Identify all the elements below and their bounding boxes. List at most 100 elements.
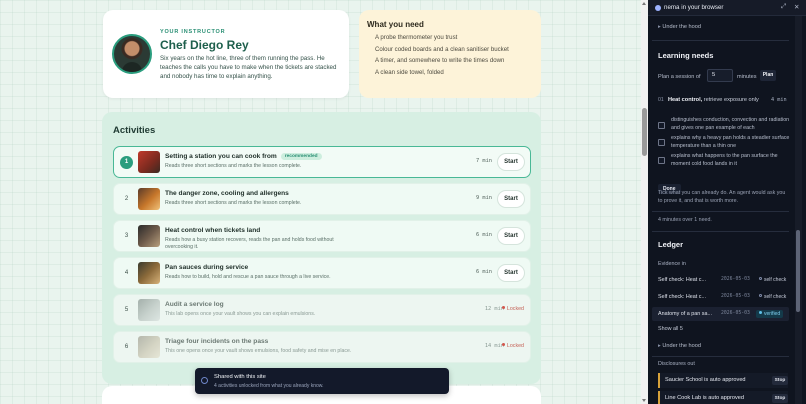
activity-number: 1 (120, 156, 133, 169)
panel-title: nema in your browser (664, 4, 724, 11)
activity-name: Heat control when tickets land (165, 227, 261, 234)
page-scroll-thumb[interactable] (642, 108, 647, 156)
evidence-date: 2026-05-03 (721, 277, 750, 282)
evidence-name: Self check: Heat c... (658, 294, 706, 300)
objective-duration: 4 min (771, 97, 787, 103)
panel-scroll-thumb[interactable] (796, 230, 800, 312)
session-minutes-input[interactable]: 5 (707, 69, 733, 82)
activity-row[interactable]: 2 The danger zone, cooling and allergens… (113, 183, 531, 215)
disclosure-row: Saucier School is auto approved Stop (658, 373, 788, 388)
plan-prefix: Plan a session of (658, 74, 701, 80)
evidence-row[interactable]: Anatomy of a pan sa... 2026-05-03 verifi… (652, 307, 789, 321)
recommended-badge: recommended (280, 153, 322, 160)
activity-description: Reads how to build, hold and rescue a pa… (165, 274, 331, 280)
scroll-up-arrow-icon[interactable] (642, 2, 646, 5)
activity-duration: 7 min (476, 158, 492, 164)
panel-header: nema in your browser ⤢ ✕ (648, 0, 806, 16)
needs-summary: 4 minutes over 1 need. (658, 217, 712, 223)
evidence-row[interactable]: Self check: Heat c... 2026-05-03 self ch… (652, 290, 789, 304)
activity-number: 3 (124, 233, 129, 239)
activities-section: Activities 1 Setting a station you can c… (102, 112, 541, 384)
activity-row-locked: 6 Triage four incidents on the pass This… (113, 331, 531, 363)
show-all-link[interactable]: Show all 5 (658, 326, 788, 332)
disclosures-out-label: Disclosures out (658, 361, 695, 367)
instructor-eyebrow: YOUR INSTRUCTOR (160, 29, 226, 35)
self-check-label: distinguishes conduction, convection and… (671, 117, 790, 131)
evidence-name: Self check: Heat c... (658, 277, 706, 283)
needs-item: A timer, and somewhere to write the time… (375, 57, 505, 65)
evidence-in-label: Evidence in (658, 261, 686, 267)
activity-row[interactable]: 4 Pan sauces during service Reads how to… (113, 257, 531, 289)
self-check-checkbox[interactable] (658, 122, 665, 129)
toast-title: Shared with this site (214, 374, 266, 380)
scroll-down-arrow-icon[interactable] (642, 399, 646, 402)
activity-number: 6 (124, 344, 129, 350)
disclosure-text: Saucier School is auto approved (665, 377, 746, 383)
divider (652, 231, 789, 232)
evidence-row[interactable]: Self check: Heat c... 2026-05-03 self ch… (652, 273, 789, 287)
evidence-date: 2026-05-03 (721, 294, 750, 299)
activity-number: 5 (124, 307, 129, 313)
activity-thumbnail (138, 151, 160, 173)
disclosure-row: Line Cook Lab is auto approved Stop (658, 391, 788, 404)
verified-dot-icon (759, 311, 762, 314)
start-button[interactable]: Start (497, 264, 525, 282)
share-icon (201, 377, 208, 384)
stop-disclosure-button[interactable]: Stop (772, 394, 788, 403)
activity-description: Reads three short sections and marks the… (165, 163, 302, 169)
activity-name: Audit a service log (165, 301, 224, 308)
activity-name: Triage four incidents on the pass (165, 338, 269, 345)
toast-notification: Shared with this site 4 activities unloc… (195, 368, 449, 394)
activity-description: This lab opens once your vault shows you… (165, 311, 316, 317)
evidence-tag-verified: verified (756, 310, 784, 318)
instructor-name: Chef Diego Rey (160, 38, 249, 52)
self-check-checkbox[interactable] (658, 157, 665, 164)
objective-text: Heat control, retrieve exposure only (668, 97, 759, 103)
under-the-hood-toggle[interactable]: Under the hood (658, 24, 788, 30)
needs-item: A probe thermometer you trust (375, 34, 458, 41)
instructor-avatar (112, 34, 152, 74)
divider (652, 40, 789, 41)
activity-row[interactable]: 1 Setting a station you can cook from rec… (113, 146, 531, 178)
start-button[interactable]: Start (497, 153, 525, 171)
activity-row[interactable]: 3 Heat control when tickets land Reads h… (113, 220, 531, 252)
nema-logo-icon (655, 5, 661, 11)
toast-subtitle: 4 activities unlocked from what you alre… (214, 383, 324, 389)
page-scrollbar[interactable] (641, 0, 648, 404)
activity-description: Reads how a busy station recovers, reads… (165, 237, 334, 251)
pop-out-icon[interactable]: ⤢ (781, 3, 786, 11)
start-button[interactable]: Start (497, 227, 525, 245)
self-check-list: distinguishes conduction, convection and… (658, 117, 790, 177)
activity-duration: 6 min (476, 269, 492, 275)
self-check-label: explains what happens to the pan surface… (671, 153, 778, 167)
instructor-bio: Six years on the hot line, three of them… (160, 55, 337, 80)
evidence-name: Anatomy of a pan sa... (658, 311, 712, 317)
activity-duration: 6 min (476, 232, 492, 238)
activity-thumbnail (138, 336, 160, 358)
locked-dot-icon (501, 306, 505, 309)
activity-number: 2 (124, 196, 129, 202)
main-page: YOUR INSTRUCTOR Chef Diego Rey Six years… (0, 0, 641, 404)
activity-row-locked: 5 Audit a service log This lab opens onc… (113, 294, 531, 326)
panel-scrollbar[interactable] (795, 16, 802, 404)
activity-name: Setting a station you can cook from recom… (165, 153, 322, 160)
close-icon[interactable]: ✕ (794, 3, 799, 11)
activity-number: 4 (124, 270, 129, 276)
plan-button[interactable]: Plan (760, 70, 776, 81)
self-check-label: explains why a heavy pan holds a steadie… (671, 135, 790, 149)
self-check-checkbox[interactable] (658, 139, 665, 146)
stop-disclosure-button[interactable]: Stop (772, 376, 788, 385)
under-the-hood-toggle[interactable]: Under the hood (658, 343, 788, 349)
evidence-tag: self check (756, 293, 789, 301)
activity-name: The danger zone, cooling and allergens (165, 190, 289, 197)
ledger-title: Ledger (658, 240, 684, 249)
needs-list: A probe thermometer you trust Colour cod… (375, 34, 535, 80)
instructor-card: YOUR INSTRUCTOR Chef Diego Rey Six years… (103, 10, 349, 98)
self-check-dot-icon (759, 294, 762, 297)
tick-note: Tick what you can already do. An agent w… (658, 190, 786, 204)
activity-thumbnail (138, 299, 160, 321)
locked-dot-icon (501, 343, 505, 346)
locked-status: Locked (501, 343, 524, 349)
needs-item: Colour coded boards and a clean sanitise… (375, 45, 509, 53)
start-button[interactable]: Start (497, 190, 525, 208)
